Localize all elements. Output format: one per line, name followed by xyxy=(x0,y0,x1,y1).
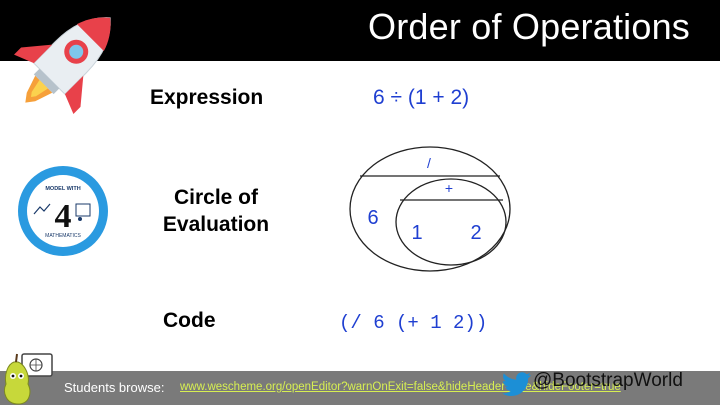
circle-of-evaluation-diagram: / 6 + 1 2 xyxy=(349,146,511,272)
slide: Order of Operations MODEL WITH 4 MATHEMA… xyxy=(0,0,720,405)
badge-top-text: MODEL WITH xyxy=(45,186,80,192)
code-value: (/ 6 (+ 1 2)) xyxy=(339,312,488,334)
twitter-bird-icon xyxy=(502,372,531,396)
inner-operator: + xyxy=(445,180,453,196)
code-label: Code xyxy=(163,309,216,332)
circle-label-line-1: Circle of xyxy=(173,186,259,209)
badge-number: 4 xyxy=(55,198,72,235)
twitter-handle[interactable]: @BootstrapWorld xyxy=(533,370,683,392)
expression-value: 6 ÷ (1 + 2) xyxy=(373,86,470,109)
slide-title: Order of Operations xyxy=(368,6,690,47)
outer-operator: / xyxy=(427,155,431,171)
circle-label-line-2: Evaluation xyxy=(162,213,270,236)
outer-left-operand: 6 xyxy=(367,207,378,229)
circle-of-evaluation-label: Circle of Evaluation xyxy=(150,184,282,238)
pear-icon xyxy=(4,353,53,405)
model-with-mathematics-badge: MODEL WITH 4 MATHEMATICS xyxy=(18,166,108,256)
inner-left-operand: 1 xyxy=(411,222,422,244)
expression-label: Expression xyxy=(150,86,264,109)
rocket-icon xyxy=(14,17,111,114)
badge-bottom-text: MATHEMATICS xyxy=(45,233,81,239)
footer-label: Students browse: xyxy=(64,380,165,395)
inner-right-operand: 2 xyxy=(470,222,481,244)
